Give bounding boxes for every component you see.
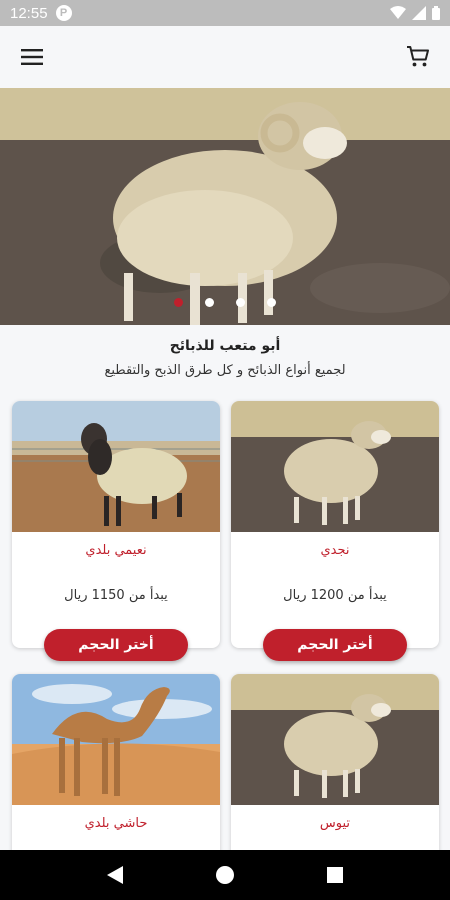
notification-p-icon: P bbox=[55, 5, 72, 21]
goat-tiyous-image bbox=[231, 674, 439, 805]
sheep-najdi-image bbox=[231, 401, 439, 532]
product-image bbox=[231, 674, 439, 805]
banner-carousel[interactable] bbox=[0, 88, 450, 325]
choose-size-button[interactable]: أختر الحجم bbox=[263, 629, 407, 661]
status-icons bbox=[390, 6, 440, 20]
shopping-cart-icon[interactable] bbox=[406, 45, 430, 69]
carousel-dot-1[interactable] bbox=[174, 298, 183, 307]
product-card-naimi[interactable]: نعيمي بلدي يبدأ من 1150 ريال أختر الحجم bbox=[12, 401, 220, 661]
product-name: تيوس bbox=[319, 816, 351, 831]
product-name: حاشي بلدي bbox=[84, 816, 148, 831]
store-subtitle: لجميع أنواع الذبائح و كل طرق الذبح والتق… bbox=[104, 363, 346, 378]
product-card-hashi[interactable]: حاشي بلدي bbox=[12, 674, 220, 864]
sheep-naimi-image bbox=[12, 401, 220, 532]
carousel-dot-2[interactable] bbox=[205, 298, 214, 307]
status-bar: 12:55 P bbox=[0, 0, 450, 26]
choose-size-button[interactable]: أختر الحجم bbox=[44, 629, 188, 661]
home-icon[interactable] bbox=[213, 863, 237, 887]
app-bar bbox=[0, 26, 450, 88]
system-nav-bar bbox=[0, 850, 450, 900]
product-image bbox=[12, 401, 220, 532]
banner-sheep-image bbox=[0, 88, 450, 325]
store-title: أبو متعب للذبائح bbox=[169, 338, 281, 354]
product-card-najdi[interactable]: نجدي يبدأ من 1200 ريال أختر الحجم bbox=[231, 401, 439, 661]
product-price: يبدأ من 1200 ريال bbox=[283, 588, 387, 603]
product-name: نعيمي بلدي bbox=[85, 543, 147, 558]
wifi-icon bbox=[390, 6, 406, 19]
carousel-dot-3[interactable] bbox=[236, 298, 245, 307]
recents-icon[interactable] bbox=[323, 863, 347, 887]
product-image bbox=[12, 674, 220, 805]
product-image bbox=[231, 401, 439, 532]
back-icon[interactable] bbox=[103, 863, 127, 887]
signal-icon bbox=[412, 6, 426, 20]
product-card-tiyous[interactable]: تيوس bbox=[231, 674, 439, 864]
menu-icon[interactable] bbox=[20, 45, 44, 69]
carousel-dot-4[interactable] bbox=[267, 298, 276, 307]
carousel-dots bbox=[0, 298, 450, 307]
status-time: 12:55 bbox=[10, 4, 48, 22]
battery-icon bbox=[432, 6, 440, 20]
product-price: يبدأ من 1150 ريال bbox=[64, 588, 168, 603]
product-name: نجدي bbox=[320, 543, 350, 558]
camel-hashi-image bbox=[12, 674, 220, 805]
intro-section: أبو متعب للذبائح لجميع أنواع الذبائح و ك… bbox=[0, 338, 450, 378]
